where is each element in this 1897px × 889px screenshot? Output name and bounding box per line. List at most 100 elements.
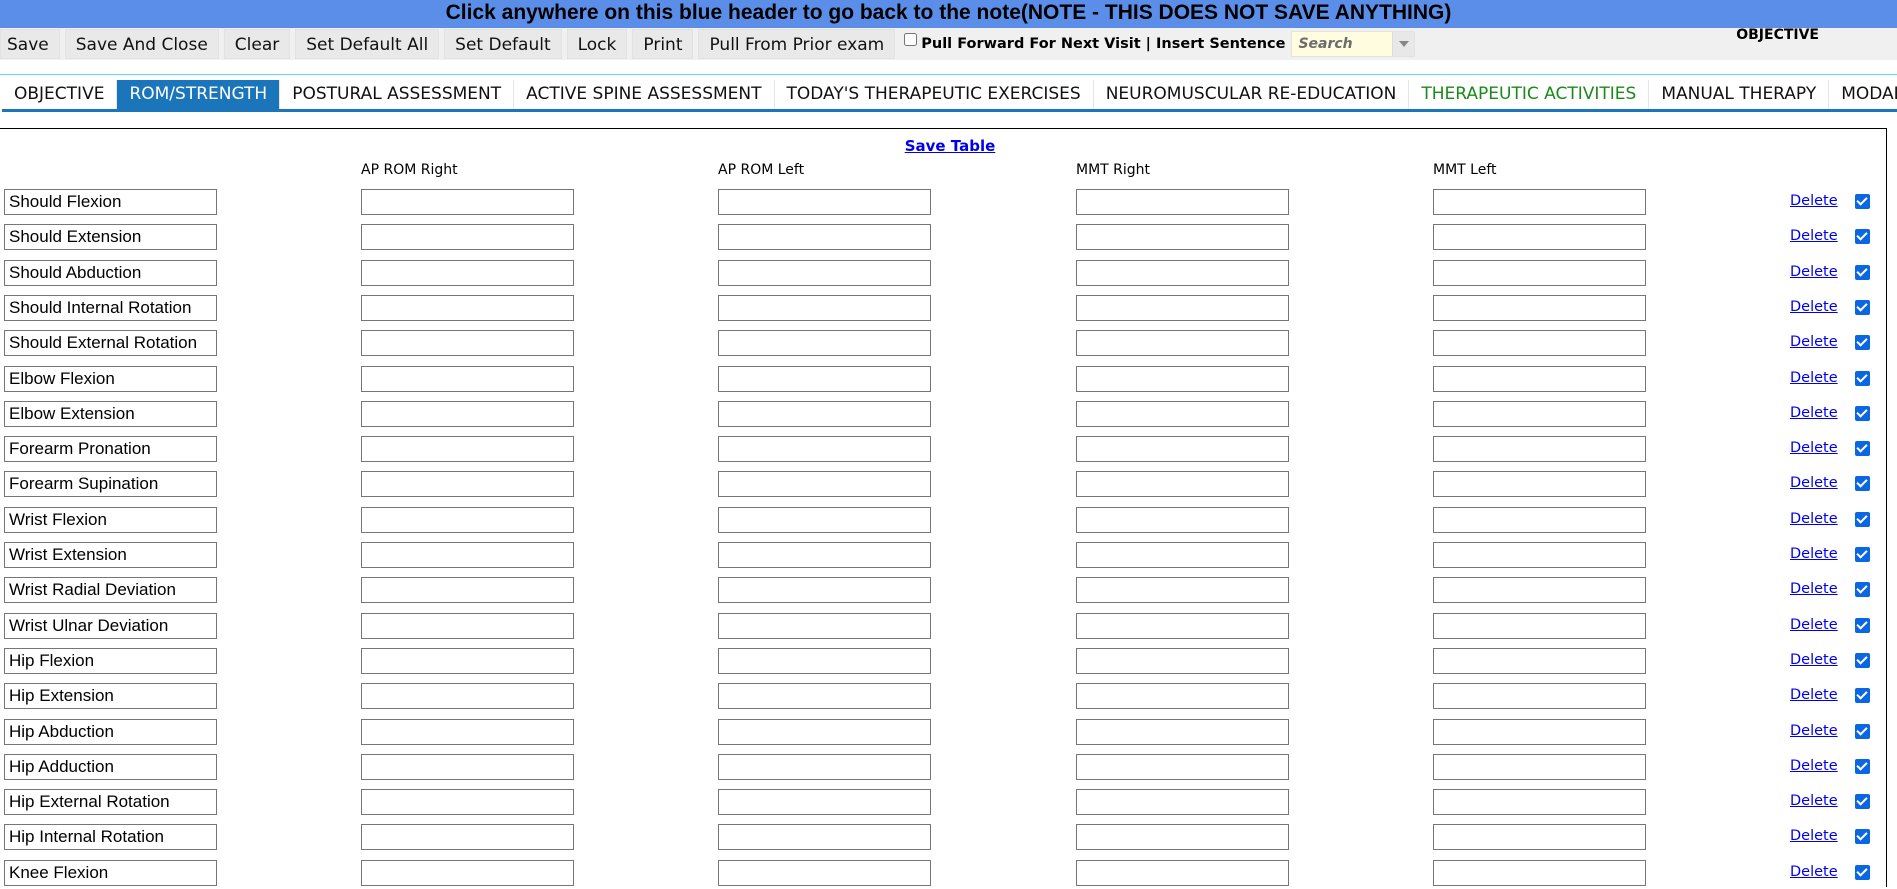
delete-row-link[interactable]: Delete <box>1790 264 1838 280</box>
measurement-input[interactable] <box>361 330 574 357</box>
measurement-input[interactable] <box>1076 506 1289 533</box>
row-include-checkbox[interactable] <box>1855 335 1870 351</box>
delete-row-link[interactable]: Delete <box>1790 370 1838 386</box>
measurement-input[interactable] <box>718 400 931 427</box>
row-include-checkbox[interactable] <box>1855 758 1870 774</box>
row-include-checkbox[interactable] <box>1855 864 1870 880</box>
measurement-input[interactable] <box>361 189 574 215</box>
measurement-input[interactable] <box>361 753 574 780</box>
movement-name-input[interactable] <box>4 859 217 886</box>
movement-name-input[interactable] <box>4 647 217 674</box>
measurement-input[interactable] <box>361 365 574 392</box>
delete-row-link[interactable]: Delete <box>1790 228 1838 244</box>
row-include-checkbox[interactable] <box>1855 370 1870 386</box>
delete-row-link[interactable]: Delete <box>1790 475 1838 491</box>
row-include-checkbox[interactable] <box>1855 582 1870 598</box>
delete-row-link[interactable]: Delete <box>1790 652 1838 668</box>
toolbar-button-save-and-close[interactable]: Save And Close <box>64 29 219 59</box>
delete-row-link[interactable]: Delete <box>1790 617 1838 633</box>
measurement-input[interactable] <box>1076 753 1289 780</box>
pull-forward-checkbox[interactable] <box>904 32 918 46</box>
measurement-input[interactable] <box>718 471 931 498</box>
measurement-input[interactable] <box>718 365 931 392</box>
measurement-input[interactable] <box>1076 436 1289 463</box>
measurement-input[interactable] <box>1076 471 1289 498</box>
tab-modality[interactable]: MODALITY <box>1829 80 1897 109</box>
toolbar-button-print[interactable]: Print <box>632 29 694 59</box>
measurement-input[interactable] <box>1076 365 1289 392</box>
measurement-input[interactable] <box>1076 789 1289 816</box>
delete-row-link[interactable]: Delete <box>1790 299 1838 315</box>
delete-row-link[interactable]: Delete <box>1790 758 1838 774</box>
movement-name-input[interactable] <box>4 471 217 498</box>
tab-rom-strength[interactable]: ROM/STRENGTH <box>117 80 281 109</box>
measurement-input[interactable] <box>718 294 931 321</box>
measurement-input[interactable] <box>718 647 931 674</box>
measurement-input[interactable] <box>718 718 931 745</box>
row-include-checkbox[interactable] <box>1855 688 1870 704</box>
measurement-input[interactable] <box>1076 330 1289 357</box>
measurement-input[interactable] <box>718 753 931 780</box>
measurement-input[interactable] <box>361 259 574 286</box>
measurement-input[interactable] <box>718 683 931 710</box>
row-include-checkbox[interactable] <box>1855 723 1870 739</box>
measurement-input[interactable] <box>1076 612 1289 639</box>
toolbar-button-save[interactable]: Save <box>0 29 60 59</box>
row-include-checkbox[interactable] <box>1855 441 1870 457</box>
row-include-checkbox[interactable] <box>1855 476 1870 492</box>
measurement-input[interactable] <box>1433 647 1646 674</box>
measurement-input[interactable] <box>1433 471 1646 498</box>
measurement-input[interactable] <box>1076 294 1289 321</box>
movement-name-input[interactable] <box>4 789 217 816</box>
row-include-checkbox[interactable] <box>1855 547 1870 562</box>
toolbar-button-set-default[interactable]: Set Default <box>444 29 562 59</box>
measurement-input[interactable] <box>361 683 574 710</box>
movement-name-input[interactable] <box>4 506 217 533</box>
tab-postural-assessment[interactable]: POSTURAL ASSESSMENT <box>280 80 515 109</box>
movement-name-input[interactable] <box>4 294 217 321</box>
tab-manual-therapy[interactable]: MANUAL THERAPY <box>1649 80 1830 109</box>
delete-row-link[interactable]: Delete <box>1790 546 1838 562</box>
measurement-input[interactable] <box>361 471 574 498</box>
movement-name-input[interactable] <box>4 436 217 463</box>
measurement-input[interactable] <box>718 189 931 215</box>
measurement-input[interactable] <box>718 436 931 463</box>
delete-row-link[interactable]: Delete <box>1790 405 1838 421</box>
measurement-input[interactable] <box>1433 718 1646 745</box>
movement-name-input[interactable] <box>4 330 217 357</box>
measurement-input[interactable] <box>361 789 574 816</box>
measurement-input[interactable] <box>1076 542 1289 568</box>
search-dropdown-button[interactable] <box>1392 32 1415 56</box>
measurement-input[interactable] <box>1433 330 1646 357</box>
delete-row-link[interactable]: Delete <box>1790 793 1838 809</box>
toolbar-button-clear[interactable]: Clear <box>223 29 291 59</box>
measurement-input[interactable] <box>1433 259 1646 286</box>
movement-name-input[interactable] <box>4 259 217 286</box>
movement-name-input[interactable] <box>4 753 217 780</box>
delete-row-link[interactable]: Delete <box>1790 511 1838 527</box>
pull-forward-option[interactable]: Pull Forward For Next Visit | Insert Sen… <box>904 32 1285 52</box>
movement-name-input[interactable] <box>4 824 217 851</box>
row-include-checkbox[interactable] <box>1855 829 1870 845</box>
measurement-input[interactable] <box>1433 683 1646 710</box>
measurement-input[interactable] <box>1433 577 1646 604</box>
measurement-input[interactable] <box>718 330 931 357</box>
delete-row-link[interactable]: Delete <box>1790 581 1838 597</box>
measurement-input[interactable] <box>1433 542 1646 568</box>
measurement-input[interactable] <box>1076 859 1289 886</box>
measurement-input[interactable] <box>361 436 574 463</box>
measurement-input[interactable] <box>1076 824 1289 851</box>
measurement-input[interactable] <box>1433 294 1646 321</box>
measurement-input[interactable] <box>1433 189 1646 215</box>
measurement-input[interactable] <box>361 294 574 321</box>
movement-name-input[interactable] <box>4 365 217 392</box>
measurement-input[interactable] <box>1433 859 1646 886</box>
row-include-checkbox[interactable] <box>1855 299 1870 315</box>
measurement-input[interactable] <box>1433 612 1646 639</box>
measurement-input[interactable] <box>718 506 931 533</box>
measurement-input[interactable] <box>361 577 574 604</box>
delete-row-link[interactable]: Delete <box>1790 723 1838 739</box>
measurement-input[interactable] <box>1433 224 1646 251</box>
movement-name-input[interactable] <box>4 612 217 639</box>
toolbar-button-set-default-all[interactable]: Set Default All <box>295 29 440 59</box>
